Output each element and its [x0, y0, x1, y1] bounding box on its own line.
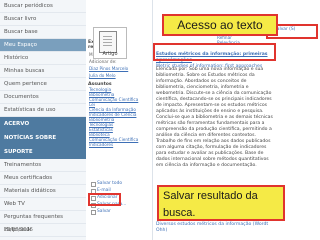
sidebar-section-header[interactable]: NOTÍCIAS SOBRE [0, 131, 86, 145]
sidebar-item[interactable]: Meus certificados [0, 172, 86, 185]
document-icon [99, 31, 117, 53]
sidebar-item[interactable]: Treinamentos [0, 159, 86, 172]
sidebar-item[interactable]: Documentos [0, 91, 86, 104]
sidebar-item[interactable]: Materiais didáticos [0, 185, 86, 198]
artigo-label: Artigo [102, 51, 118, 57]
sidebar-item[interactable]: Web TV [0, 198, 86, 211]
folder-action[interactable]: Salvar [90, 208, 148, 215]
sidebar-sections: ACERVO NOTÍCIAS SOBRE SUPORTE Treinamentos M… [0, 117, 86, 237]
sidebar-item[interactable]: Estatísticas de uso [0, 104, 86, 117]
autores-label: Adicionar de: [89, 59, 117, 64]
result-footer: Diversos estudos métricos da informação … [156, 222, 269, 233]
autor-link[interactable]: Julia do Melo [89, 73, 152, 78]
callout-salvar: Salvar resultado da busca. [157, 185, 285, 221]
sidebar-item[interactable]: Buscar periódicos [0, 0, 86, 13]
sidebar-section-header[interactable]: SUPORTE [0, 145, 86, 159]
sidebar-item[interactable]: Perguntas frequentes [0, 211, 86, 224]
highlight-save-box [88, 193, 121, 206]
assuntos-list: Tecnologia Bibliometria Comunicação Cientí… [86, 87, 152, 147]
result-body: Elencada por: Sob uma nova informação e … [156, 67, 273, 168]
autor-link[interactable]: Diaz Pinos Marcelo [89, 66, 152, 71]
sidebar-item[interactable]: Meu Espaço [0, 39, 86, 52]
sidebar-item[interactable]: Buscar base [0, 26, 86, 39]
folder-action[interactable]: Salvar todo [90, 180, 148, 187]
sidebar-item[interactable]: Histórico [0, 52, 86, 65]
date-label: 23/08/2016 [4, 227, 33, 233]
assunto-link[interactable]: Indicadores [89, 142, 152, 147]
sidebar-items: Buscar periódicos Buscar livro Buscar base… [0, 0, 86, 117]
sidebar-section-header[interactable]: ACERVO [0, 117, 86, 131]
left-sidebar: Buscar periódicos Buscar livro Buscar base… [0, 0, 86, 240]
sidebar-item[interactable]: Buscar livro [0, 13, 86, 26]
sidebar-item[interactable]: Minhas buscas [0, 65, 86, 78]
autores-list: Diaz Pinos Marcelo Julia do Melo [86, 66, 152, 78]
highlight-title-box [153, 43, 276, 61]
callout-acesso: Acesso ao texto [162, 14, 278, 36]
sidebar-item[interactable]: Quem pertence [0, 78, 86, 91]
artigo-thumbnail[interactable]: Artigo [93, 27, 127, 59]
